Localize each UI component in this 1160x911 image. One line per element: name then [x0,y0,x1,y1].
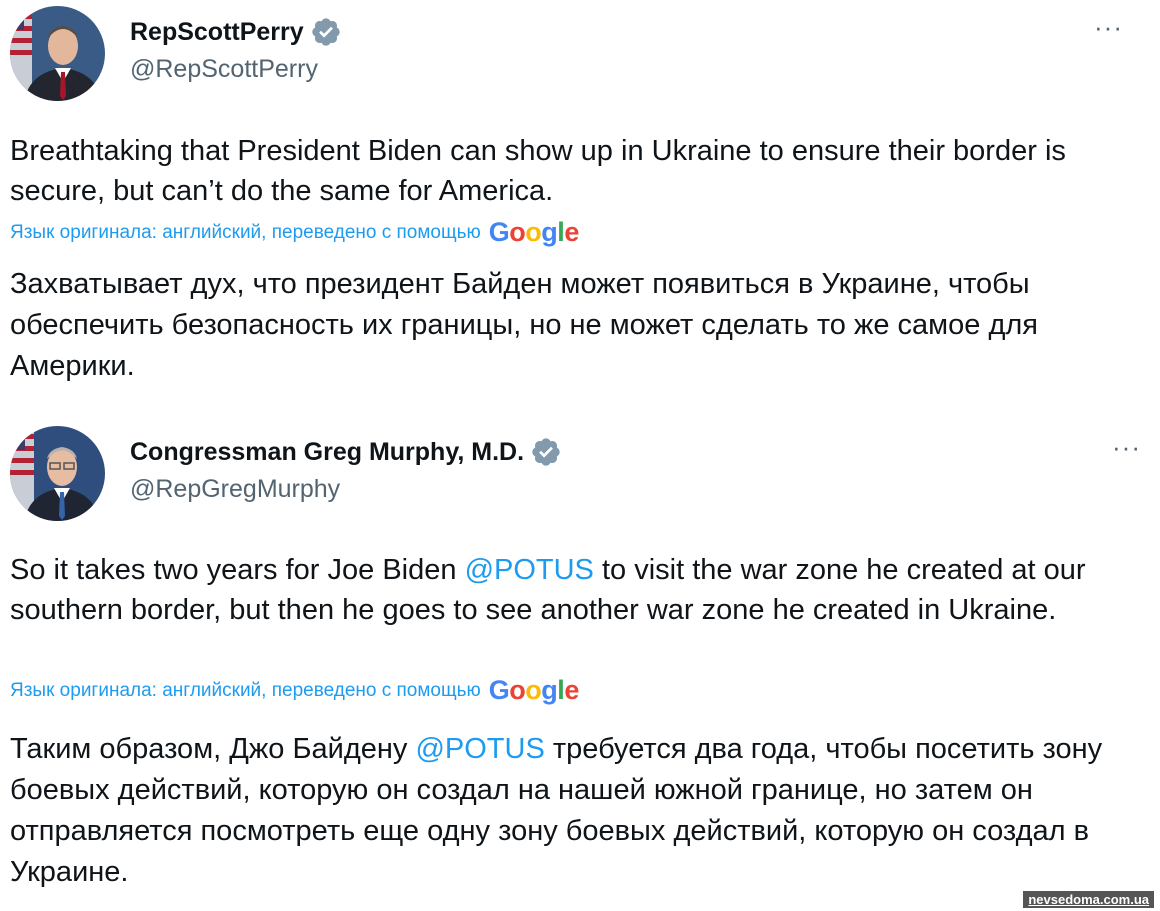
google-logo: Google [488,675,580,705]
translation-attribution[interactable]: Язык оригинала: английский, переведено с… [10,675,579,706]
translation-note[interactable]: Язык оригинала: английский, переведено с… [10,222,481,244]
tweet-translation-text: Таким образом, Джо Байдену @POTUS требуе… [10,729,1150,893]
watermark: nevsedoma.com.ua [1023,891,1154,908]
name-row: Congressman Greg Murphy, M.D. [130,436,562,468]
more-options-icon[interactable]: ··· [1094,14,1123,40]
tweet-text: Breathtaking that President Biden can sh… [10,135,1066,207]
more-options-icon[interactable]: ··· [1112,434,1141,460]
tweet-text-part: So it takes two years for Joe Biden [10,554,465,586]
display-name[interactable]: RepScottPerry [130,18,304,47]
translation-attribution[interactable]: Язык оригинала: английский, переведено с… [10,217,579,248]
tweet-text-part: Таким образом, Джо Байдену [10,733,416,765]
mention-link[interactable]: @POTUS [415,733,544,765]
handle[interactable]: @RepGregMurphy [130,475,340,504]
avatar[interactable] [10,426,105,521]
translation-note[interactable]: Язык оригинала: английский, переведено с… [10,680,481,702]
verified-badge-icon [310,16,342,48]
verified-badge-icon [530,436,562,468]
handle[interactable]: @RepScottPerry [130,55,318,84]
tweet-translation-text: Захватывает дух, что президент Байден мо… [10,268,1038,382]
avatar[interactable] [10,6,105,101]
mention-link[interactable]: @POTUS [465,554,594,586]
display-name[interactable]: Congressman Greg Murphy, M.D. [130,438,524,467]
name-row: RepScottPerry [130,16,342,48]
google-logo: Google [488,217,580,247]
tweet-text: So it takes two years for Joe Biden @POT… [10,550,1150,630]
